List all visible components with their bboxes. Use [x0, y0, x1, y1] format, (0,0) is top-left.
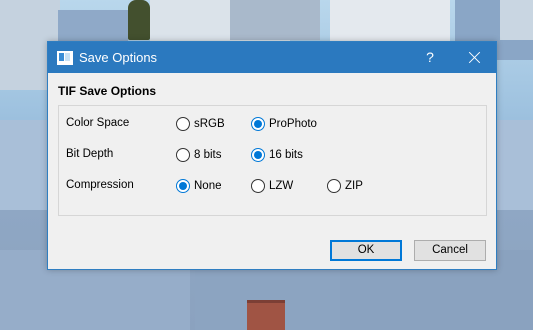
section-title: TIF Save Options	[58, 84, 157, 98]
radio-button[interactable]	[176, 148, 190, 162]
options-group: Color Space sRGB ProPhoto Bit Depth 8 bi…	[58, 105, 487, 216]
title-bar[interactable]: Save Options ?	[48, 42, 496, 73]
compression-label: Compression	[66, 179, 134, 191]
radio-button[interactable]	[176, 117, 190, 131]
radio-lzw-label: LZW	[269, 180, 294, 192]
brick-chimney	[247, 300, 285, 330]
building	[500, 0, 533, 40]
radio-button[interactable]	[251, 179, 265, 193]
radio-lzw[interactable]: LZW	[251, 177, 293, 195]
radio-none[interactable]: None	[176, 177, 222, 195]
radio-16-bits-label: 16 bits	[269, 149, 303, 161]
radio-button-checked[interactable]	[251, 148, 265, 162]
close-icon[interactable]	[462, 42, 488, 73]
radio-8-bits-label: 8 bits	[194, 149, 222, 161]
radio-button[interactable]	[327, 179, 341, 193]
radio-zip[interactable]: ZIP	[327, 177, 363, 195]
building	[330, 0, 450, 45]
tree	[128, 0, 150, 40]
app-window-icon	[57, 51, 73, 65]
radio-button-checked[interactable]	[176, 179, 190, 193]
radio-srgb[interactable]: sRGB	[176, 115, 225, 133]
bit-depth-label: Bit Depth	[66, 148, 114, 160]
radio-srgb-label: sRGB	[194, 118, 225, 130]
radio-button-checked[interactable]	[251, 117, 265, 131]
radio-none-label: None	[194, 180, 222, 192]
help-button[interactable]: ?	[420, 42, 440, 73]
radio-16-bits[interactable]: 16 bits	[251, 146, 303, 164]
ok-button[interactable]: OK	[330, 240, 402, 261]
radio-zip-label: ZIP	[345, 180, 363, 192]
color-space-label: Color Space	[66, 117, 130, 129]
cancel-button[interactable]: Cancel	[414, 240, 486, 261]
dialog-title: Save Options	[79, 50, 158, 65]
radio-prophoto[interactable]: ProPhoto	[251, 115, 317, 133]
building	[230, 0, 320, 40]
save-options-dialog: Save Options ? TIF Save Options Color Sp…	[47, 41, 497, 270]
radio-8-bits[interactable]: 8 bits	[176, 146, 222, 164]
radio-prophoto-label: ProPhoto	[269, 118, 317, 130]
